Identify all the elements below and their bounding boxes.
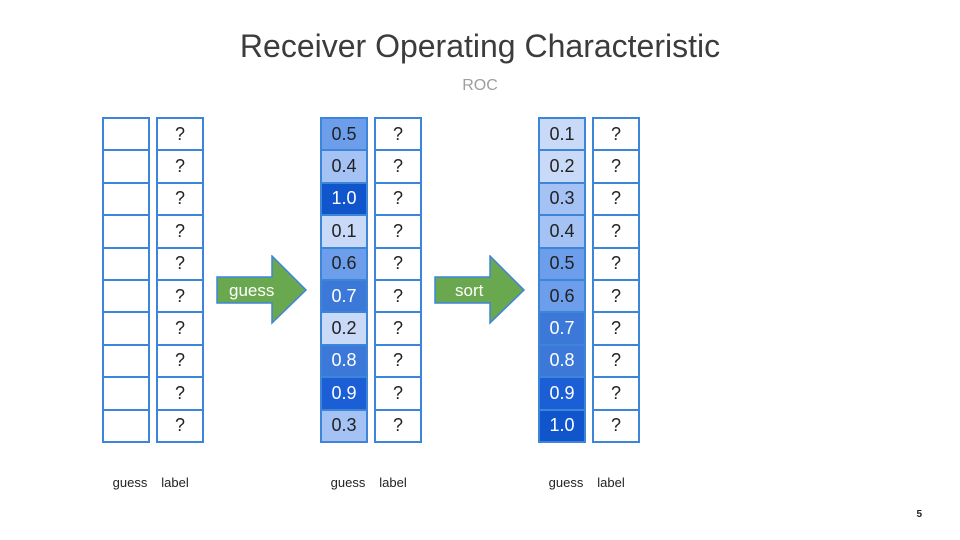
label-1-cell: ? xyxy=(156,117,204,152)
label-3-cell: ? xyxy=(592,117,640,152)
sorted-score-cell: 0.3 xyxy=(538,181,586,217)
sorted-score-cell: 0.8 xyxy=(538,343,586,379)
label-1-cell: ? xyxy=(156,278,204,314)
empty-guess-cell xyxy=(102,214,150,249)
label-1-cell: ? xyxy=(156,181,204,217)
label-2-cell: ? xyxy=(374,117,422,152)
unsorted-score-cell: 0.9 xyxy=(320,376,368,411)
label-caption-1: label xyxy=(161,475,189,490)
label-1-cell: ? xyxy=(156,343,204,379)
unsorted-score-cell: 0.5 xyxy=(320,117,368,152)
empty-guess-cell xyxy=(102,376,150,411)
sorted-score-cell: 0.9 xyxy=(538,376,586,411)
label-column-3: ?????????? xyxy=(592,117,640,443)
guess-caption-2: guess xyxy=(330,475,366,490)
guess-caption-1: guess xyxy=(112,475,148,490)
sorted-score-cell: 0.5 xyxy=(538,246,586,281)
sort-arrow-label: sort xyxy=(455,281,484,300)
slide-title: Receiver Operating Characteristic xyxy=(239,28,721,64)
label-1-cell: ? xyxy=(156,311,204,346)
slide-subtitle: ROC xyxy=(462,77,498,94)
sorted-score-cell: 1.0 xyxy=(538,408,586,443)
label-3-cell: ? xyxy=(592,311,640,346)
label-caption-2: label xyxy=(379,475,407,490)
empty-guess-cell xyxy=(102,408,150,443)
empty-guess-cell xyxy=(102,149,150,184)
empty-guess-cell xyxy=(102,246,150,281)
sorted-score-cell: 0.1 xyxy=(538,117,586,152)
guess-caption-3: guess xyxy=(548,475,584,490)
unsorted-score-cell: 0.8 xyxy=(320,343,368,379)
empty-guess-column xyxy=(102,117,150,443)
sorted-score-cell: 0.7 xyxy=(538,311,586,346)
label-3-cell: ? xyxy=(592,278,640,314)
label-1-cell: ? xyxy=(156,149,204,184)
empty-guess-cell xyxy=(102,311,150,346)
label-2-cell: ? xyxy=(374,214,422,249)
unsorted-score-cell: 0.6 xyxy=(320,246,368,281)
label-caption-3: label xyxy=(597,475,625,490)
label-2-cell: ? xyxy=(374,343,422,379)
label-1-cell: ? xyxy=(156,408,204,443)
label-3-cell: ? xyxy=(592,246,640,281)
label-2-cell: ? xyxy=(374,311,422,346)
sorted-score-column: 0.1 0.2 0.3 0.4 0.5 0.6 0.7 0.8 0.9 1.0 xyxy=(538,117,586,443)
label-3-cell: ? xyxy=(592,149,640,184)
unsorted-score-cell: 0.4 xyxy=(320,149,368,184)
unsorted-score-cell: 1.0 xyxy=(320,181,368,217)
sorted-score-cell: 0.4 xyxy=(538,214,586,249)
page-number: 5 xyxy=(916,509,922,520)
label-column-1: ?????????? xyxy=(156,117,204,443)
unsorted-score-cell: 0.3 xyxy=(320,408,368,443)
empty-guess-cell xyxy=(102,181,150,217)
unsorted-score-cell: 0.7 xyxy=(320,278,368,314)
label-3-cell: ? xyxy=(592,214,640,249)
empty-guess-cell xyxy=(102,343,150,379)
label-2-cell: ? xyxy=(374,246,422,281)
empty-guess-cell xyxy=(102,117,150,152)
label-2-cell: ? xyxy=(374,181,422,217)
sorted-score-cell: 0.6 xyxy=(538,278,586,314)
sorted-score-cell: 0.2 xyxy=(538,149,586,184)
label-3-cell: ? xyxy=(592,343,640,379)
label-2-cell: ? xyxy=(374,149,422,184)
label-3-cell: ? xyxy=(592,181,640,217)
label-1-cell: ? xyxy=(156,246,204,281)
label-column-2: ?????????? xyxy=(374,117,422,443)
label-2-cell: ? xyxy=(374,376,422,411)
unsorted-score-cell: 0.2 xyxy=(320,311,368,346)
label-3-cell: ? xyxy=(592,408,640,443)
unsorted-score-cell: 0.1 xyxy=(320,214,368,249)
label-1-cell: ? xyxy=(156,214,204,249)
label-1-cell: ? xyxy=(156,376,204,411)
empty-guess-cell xyxy=(102,278,150,314)
unsorted-score-column: 0.5 0.4 1.0 0.1 0.6 0.7 0.2 0.8 0.9 0.3 xyxy=(320,117,368,443)
label-2-cell: ? xyxy=(374,278,422,314)
label-3-cell: ? xyxy=(592,376,640,411)
label-2-cell: ? xyxy=(374,408,422,443)
guess-arrow-label: guess xyxy=(229,281,275,300)
